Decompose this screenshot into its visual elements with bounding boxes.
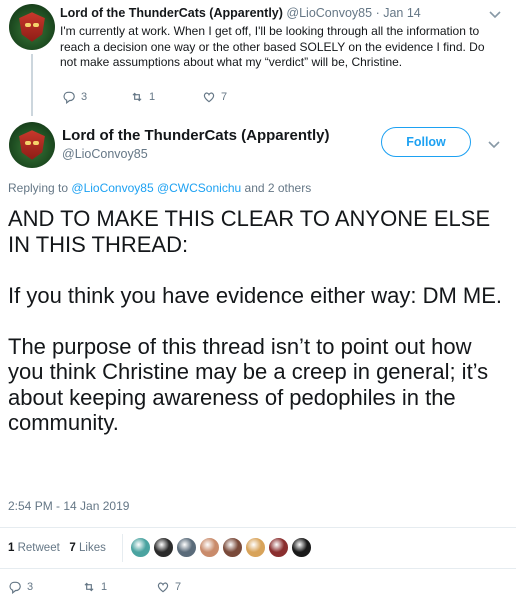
avatar[interactable]	[9, 4, 55, 50]
liker-avatar[interactable]	[245, 537, 266, 558]
reply-icon	[9, 581, 21, 594]
replying-prefix: Replying to	[8, 181, 69, 195]
display-name[interactable]: Lord of the ThunderCats (Apparently)	[62, 127, 330, 144]
divider	[0, 527, 516, 528]
heart-icon	[157, 582, 169, 593]
like-count: 7	[175, 581, 182, 593]
reply-button[interactable]: 3	[62, 90, 87, 104]
tweet-text: I'm currently at work. When I get off, I…	[60, 24, 485, 69]
retweet-stat[interactable]: 1 Retweet	[8, 542, 60, 554]
reply-count: 3	[81, 91, 88, 103]
tweet-actions: 3 1 7	[62, 90, 322, 108]
thundercats-logo	[19, 12, 45, 42]
like-stat[interactable]: 7 Likes	[69, 542, 105, 554]
liker-avatar[interactable]	[222, 537, 243, 558]
tweet-actions: 3 1 7	[8, 580, 268, 598]
thread-line	[31, 54, 33, 116]
liker-avatar[interactable]	[199, 537, 220, 558]
handle[interactable]: @LioConvoy85	[62, 147, 148, 161]
tweet-header: Lord of the ThunderCats (Apparently) @Li…	[60, 6, 421, 20]
reply-count: 3	[27, 581, 34, 593]
like-button[interactable]: 7	[156, 580, 181, 594]
tweet-text: AND TO MAKE THIS CLEAR TO ANYONE ELSE IN…	[8, 206, 503, 435]
replying-mentions[interactable]: @LioConvoy85 @CWCSonichu	[71, 181, 241, 195]
like-button[interactable]: 7	[202, 90, 227, 104]
retweet-icon	[84, 582, 94, 592]
liker-avatar[interactable]	[153, 537, 174, 558]
thundercats-logo	[19, 130, 45, 160]
reply-button[interactable]: 3	[8, 580, 33, 594]
retweet-button[interactable]: 1	[82, 580, 107, 594]
handle[interactable]: @LioConvoy85	[286, 6, 372, 20]
divider	[0, 568, 516, 569]
display-name[interactable]: Lord of the ThunderCats (Apparently)	[60, 6, 283, 20]
chevron-down-icon[interactable]	[489, 8, 501, 22]
avatar[interactable]	[9, 122, 55, 168]
liker-avatar[interactable]	[130, 537, 151, 558]
retweet-button[interactable]: 1	[130, 90, 155, 104]
liker-avatar[interactable]	[268, 537, 289, 558]
divider	[122, 534, 123, 562]
replying-to: Replying to @LioConvoy85 @CWCSonichu and…	[8, 181, 311, 195]
retweet-icon	[132, 92, 142, 102]
retweet-count: 1	[101, 581, 108, 593]
follow-button[interactable]: Follow	[381, 127, 471, 157]
reply-icon	[63, 91, 75, 104]
liker-avatar[interactable]	[291, 537, 312, 558]
chevron-down-icon[interactable]	[488, 138, 500, 152]
retweet-count: 1	[149, 91, 156, 103]
liker-avatar[interactable]	[176, 537, 197, 558]
separator: ·	[375, 6, 380, 20]
like-count: 7	[221, 91, 228, 103]
tweet-date[interactable]: Jan 14	[383, 6, 421, 20]
tweet-timestamp[interactable]: 2:54 PM - 14 Jan 2019	[8, 499, 129, 513]
tweet-stats: 1 Retweet 7 Likes	[8, 542, 106, 554]
replying-others[interactable]: and 2 others	[245, 181, 312, 195]
heart-icon	[203, 92, 215, 103]
